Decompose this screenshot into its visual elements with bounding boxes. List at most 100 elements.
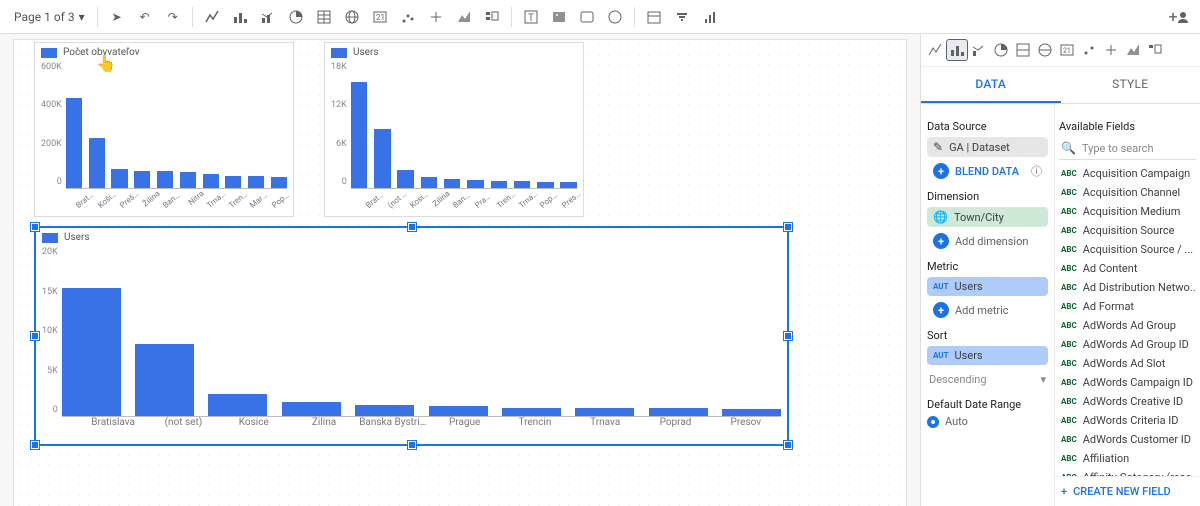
chart-bar[interactable] <box>722 409 781 416</box>
x-tick: Kosice <box>219 417 289 428</box>
field-item[interactable]: ABCAcquisition Campaign <box>1059 164 1196 183</box>
create-new-field-button[interactable]: + CREATE NEW FIELD <box>1055 476 1200 506</box>
abc-type-icon: ABC <box>1061 378 1077 387</box>
add-metric-button[interactable]: + Add metric <box>927 299 1048 321</box>
chart-bar[interactable] <box>355 405 414 416</box>
field-item[interactable]: ABCAd Content <box>1059 259 1196 278</box>
field-item[interactable]: ABCAcquisition Channel <box>1059 183 1196 202</box>
table-chart-icon[interactable] <box>311 4 337 30</box>
field-item[interactable]: ABCAd Distribution Netwo... <box>1059 278 1196 297</box>
chart-users-large[interactable]: Users20K15K10K5K0Bratislava(not set)Kosi… <box>34 226 789 446</box>
chart-bar[interactable] <box>282 402 341 416</box>
field-item[interactable]: ABCAdWords Ad Group ID <box>1059 335 1196 354</box>
bullet-chart-icon[interactable] <box>423 4 449 30</box>
ctype-bullet-icon[interactable] <box>1101 40 1121 60</box>
chart-population[interactable]: Počet obyvateľov600K400K200K0BratislavaK… <box>34 42 294 217</box>
chart-bar[interactable] <box>135 344 194 416</box>
field-item[interactable]: ABCAdWords Customer ID <box>1059 430 1196 449</box>
field-item[interactable]: ABCAdWords Creative ID <box>1059 392 1196 411</box>
field-item[interactable]: ABCAcquisition Source <box>1059 221 1196 240</box>
circle-tool-icon[interactable] <box>602 4 628 30</box>
field-item[interactable]: ABCAdWords Criteria ID <box>1059 411 1196 430</box>
metric-chip[interactable]: AUT Users <box>927 277 1048 296</box>
chart-bar[interactable] <box>134 171 150 188</box>
chart-bar[interactable] <box>89 138 105 188</box>
chart-bar[interactable] <box>374 129 391 189</box>
chart-bar[interactable] <box>537 182 554 188</box>
help-icon[interactable]: ⓘ <box>1031 163 1042 179</box>
chart-bar[interactable] <box>467 180 484 188</box>
ctype-combo-icon[interactable] <box>969 40 989 60</box>
chart-bar[interactable] <box>397 170 414 188</box>
field-item[interactable]: ABCAd Format <box>1059 297 1196 316</box>
ctype-bar-icon[interactable] <box>947 40 967 60</box>
chart-bar[interactable] <box>208 394 267 416</box>
dimension-chip[interactable]: 🌐 Town/City <box>927 207 1048 227</box>
date-range-icon[interactable] <box>641 4 667 30</box>
chart-bar[interactable] <box>421 177 438 188</box>
chart-bar[interactable] <box>429 406 488 416</box>
ctype-table-icon[interactable] <box>1013 40 1033 60</box>
add-dimension-button[interactable]: + Add dimension <box>927 230 1048 252</box>
combo-chart-icon[interactable] <box>255 4 281 30</box>
report-canvas[interactable]: Počet obyvateľov600K400K200K0BratislavaK… <box>0 34 920 506</box>
scatter-chart-icon[interactable] <box>395 4 421 30</box>
chart-bar[interactable] <box>248 176 264 188</box>
geo-chart-icon[interactable] <box>339 4 365 30</box>
select-tool-icon[interactable]: ➤ <box>104 4 130 30</box>
chart-bar[interactable] <box>271 177 287 188</box>
chart-users-small[interactable]: Users18K12K6K0Bratislava(not set)KosiceZ… <box>324 42 584 217</box>
field-item[interactable]: ABCAdWords Ad Slot <box>1059 354 1196 373</box>
chart-bar[interactable] <box>203 174 219 188</box>
chart-bar[interactable] <box>491 181 508 188</box>
ctype-area-icon[interactable] <box>1123 40 1143 60</box>
ctype-pivot-icon[interactable] <box>1145 40 1165 60</box>
chart-bar[interactable] <box>180 172 196 188</box>
chart-bar[interactable] <box>502 408 561 416</box>
chart-bar[interactable] <box>444 179 461 188</box>
ctype-line-icon[interactable] <box>925 40 945 60</box>
field-item[interactable]: ABCAcquisition Medium <box>1059 202 1196 221</box>
data-source-chip[interactable]: ✎ GA | Dataset <box>927 137 1048 157</box>
redo-icon[interactable]: ↷ <box>160 4 186 30</box>
chart-bar[interactable] <box>66 98 82 188</box>
rectangle-tool-icon[interactable] <box>574 4 600 30</box>
ctype-score-icon[interactable]: 21 <box>1057 40 1077 60</box>
blend-data-button[interactable]: + BLEND DATA ⓘ <box>927 160 1048 182</box>
chart-bar[interactable] <box>62 288 121 416</box>
bar-chart-icon[interactable] <box>227 4 253 30</box>
pivot-chart-icon[interactable] <box>479 4 505 30</box>
pie-chart-icon[interactable] <box>283 4 309 30</box>
field-item[interactable]: ABCAdWords Campaign ID <box>1059 373 1196 392</box>
date-range-auto[interactable]: Auto <box>927 415 1048 428</box>
text-tool-icon[interactable]: T <box>518 4 544 30</box>
chart-bar[interactable] <box>649 408 708 416</box>
chart-bar[interactable] <box>225 176 241 188</box>
scorecard-icon[interactable]: 21 <box>367 4 393 30</box>
tab-style[interactable]: STYLE <box>1061 67 1200 103</box>
chart-bar[interactable] <box>560 182 577 188</box>
field-item[interactable]: ABCAdWords Ad Group <box>1059 316 1196 335</box>
area-chart-icon[interactable] <box>451 4 477 30</box>
chart-bar[interactable] <box>575 408 634 416</box>
data-control-icon[interactable] <box>697 4 723 30</box>
ctype-geo-icon[interactable] <box>1035 40 1055 60</box>
undo-icon[interactable]: ↶ <box>132 4 158 30</box>
ctype-pie-icon[interactable] <box>991 40 1011 60</box>
tab-data[interactable]: DATA <box>921 67 1061 103</box>
page-selector[interactable]: Page 1 of 3 ▾ <box>8 10 91 24</box>
chart-bar[interactable] <box>111 169 127 188</box>
share-add-icon[interactable]: + <box>1166 4 1192 30</box>
chart-bar[interactable] <box>514 181 531 188</box>
chart-bar[interactable] <box>157 171 173 188</box>
filter-control-icon[interactable] <box>669 4 695 30</box>
fields-search[interactable]: 🔍 Type to search <box>1059 137 1196 160</box>
image-tool-icon[interactable] <box>546 4 572 30</box>
line-chart-icon[interactable] <box>199 4 225 30</box>
sort-chip[interactable]: AUT Users <box>927 346 1048 365</box>
field-item[interactable]: ABCAcquisition Source / ... <box>1059 240 1196 259</box>
ctype-scatter-icon[interactable] <box>1079 40 1099 60</box>
sort-order-select[interactable]: Descending ▾ <box>927 369 1048 390</box>
chart-bar[interactable] <box>351 82 368 188</box>
field-item[interactable]: ABCAffiliation <box>1059 449 1196 468</box>
